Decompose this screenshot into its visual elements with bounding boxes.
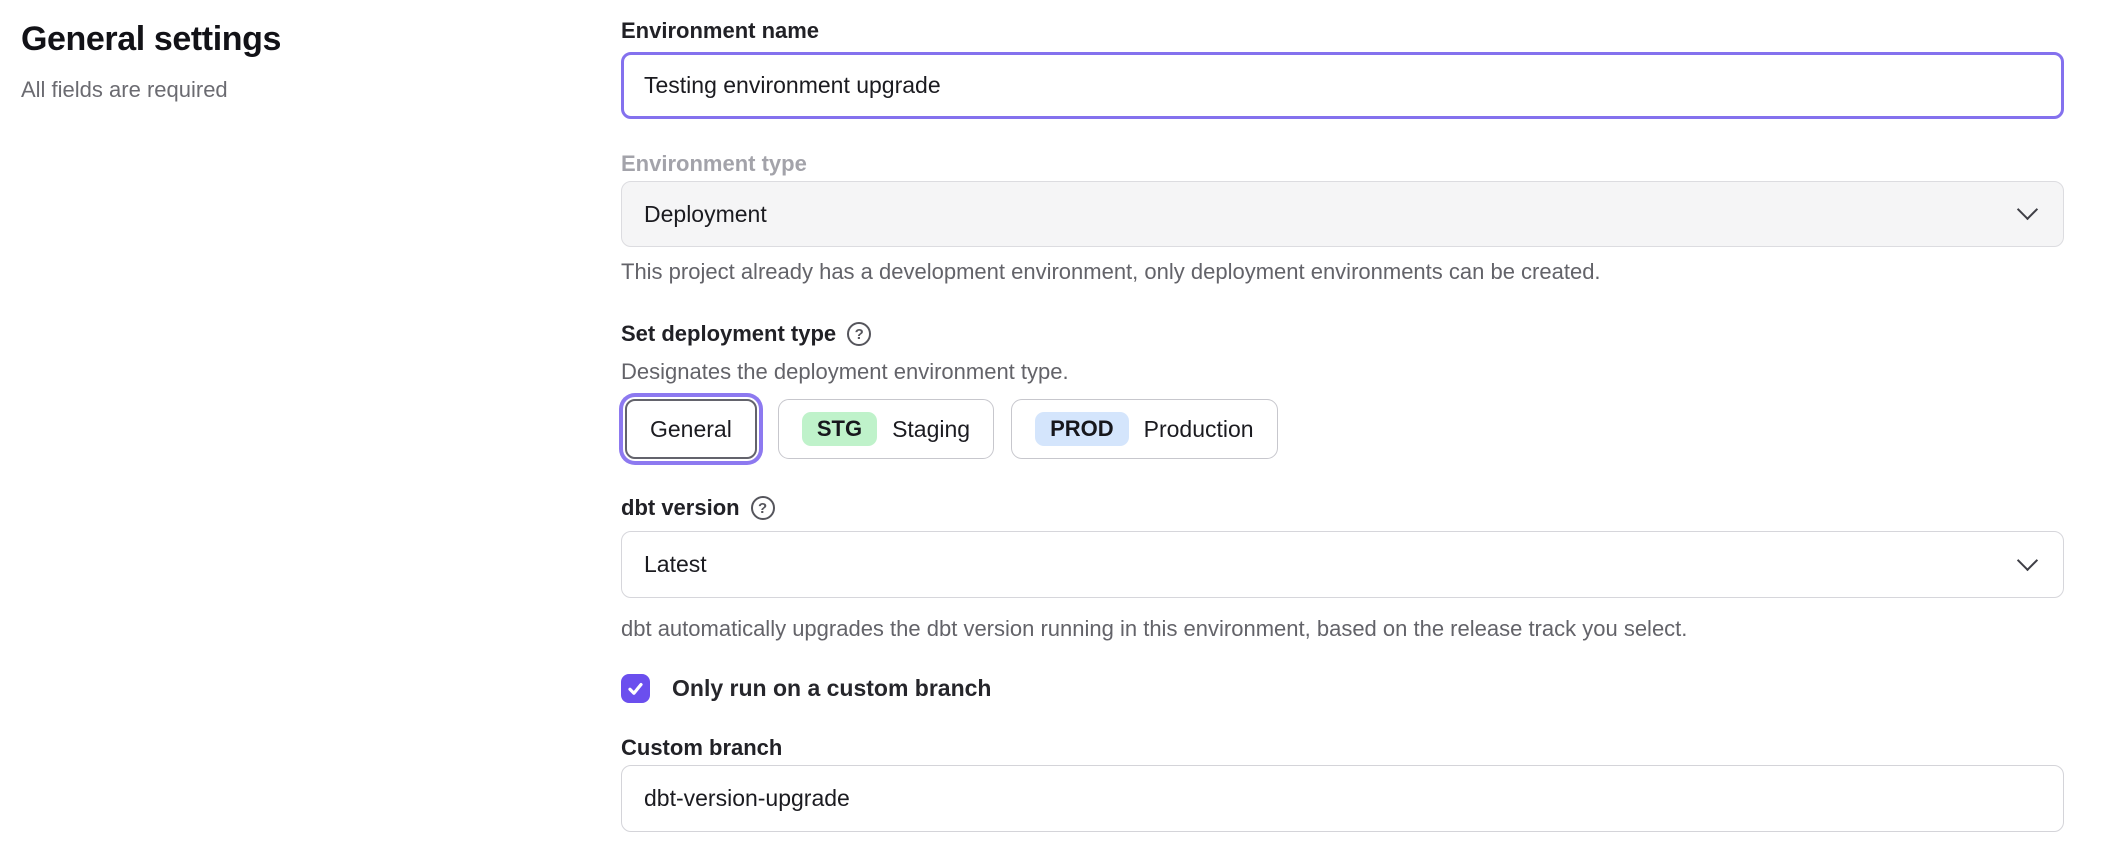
staging-badge: STG bbox=[802, 412, 877, 446]
deployment-type-option-label: General bbox=[650, 416, 732, 443]
environment-type-value: Deployment bbox=[644, 201, 767, 228]
dbt-version-label: dbt version bbox=[621, 493, 740, 523]
environment-type-label: Environment type bbox=[621, 149, 2064, 179]
custom-branch-input[interactable] bbox=[621, 765, 2064, 832]
deployment-type-description: Designates the deployment environment ty… bbox=[621, 357, 2064, 387]
custom-branch-label: Custom branch bbox=[621, 733, 2064, 763]
deployment-type-label: Set deployment type bbox=[621, 319, 836, 349]
environment-type-helper: This project already has a development e… bbox=[621, 257, 2064, 287]
chevron-down-icon bbox=[2017, 549, 2038, 570]
deployment-type-option-label: Staging bbox=[892, 416, 970, 443]
chevron-down-icon bbox=[2017, 199, 2038, 220]
environment-name-input[interactable] bbox=[621, 52, 2064, 119]
deployment-type-options: General STG Staging PROD Production bbox=[621, 399, 2064, 459]
custom-branch-checkbox-row: Only run on a custom branch bbox=[621, 674, 2064, 703]
production-badge: PROD bbox=[1035, 412, 1129, 446]
dbt-version-helper: dbt automatically upgrades the dbt versi… bbox=[621, 614, 2064, 644]
deployment-type-option-label: Production bbox=[1144, 416, 1254, 443]
environment-type-select: Deployment bbox=[621, 181, 2064, 247]
environment-name-label: Environment name bbox=[621, 16, 2064, 46]
page-title: General settings bbox=[21, 18, 621, 60]
page-subtitle: All fields are required bbox=[21, 75, 621, 105]
custom-branch-checkbox-label[interactable]: Only run on a custom branch bbox=[672, 675, 991, 702]
settings-header: General settings All fields are required bbox=[0, 0, 621, 105]
settings-form: Environment name Environment type Deploy… bbox=[621, 0, 2064, 832]
deployment-type-option-staging[interactable]: STG Staging bbox=[778, 399, 994, 459]
dbt-version-value: Latest bbox=[644, 551, 707, 578]
help-icon[interactable]: ? bbox=[751, 496, 775, 520]
checkmark-icon bbox=[626, 679, 645, 698]
environment-settings-page: General settings All fields are required… bbox=[0, 0, 2116, 832]
deployment-type-option-general[interactable]: General bbox=[625, 399, 757, 459]
help-icon[interactable]: ? bbox=[847, 322, 871, 346]
custom-branch-checkbox[interactable] bbox=[621, 674, 650, 703]
dbt-version-select[interactable]: Latest bbox=[621, 531, 2064, 598]
deployment-type-option-production[interactable]: PROD Production bbox=[1011, 399, 1278, 459]
